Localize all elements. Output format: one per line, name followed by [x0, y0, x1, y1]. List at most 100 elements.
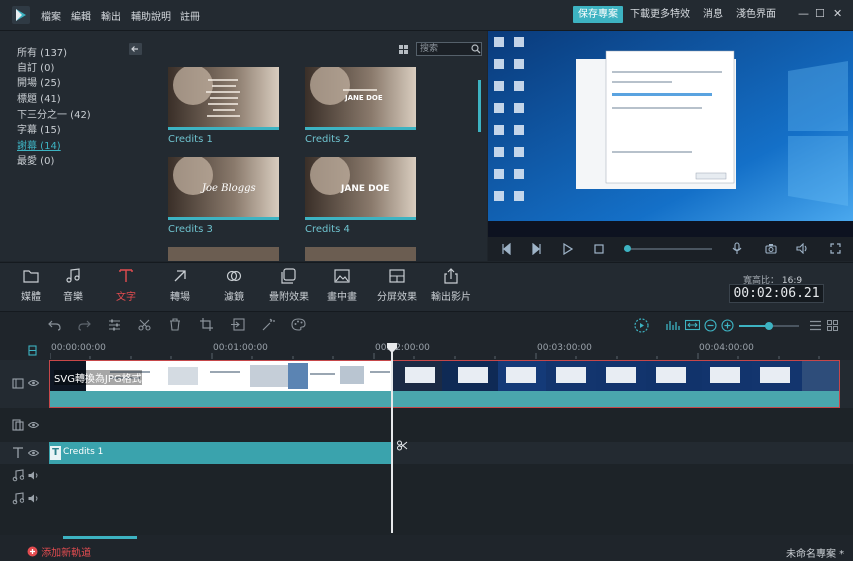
- overlay-icon: [281, 268, 296, 284]
- credits-thumbnail-5[interactable]: [168, 247, 279, 261]
- menu-file[interactable]: 檔案: [41, 8, 61, 23]
- audio-mixer-icon[interactable]: [665, 319, 680, 331]
- image-icon: [334, 269, 350, 283]
- tool-music[interactable]: 音樂: [43, 268, 103, 303]
- grid-view-icon[interactable]: [399, 45, 408, 54]
- grid-layout-icon[interactable]: [827, 320, 838, 331]
- thumbnail-overlay-text: JANE DOE: [345, 94, 383, 102]
- trash-icon[interactable]: [169, 318, 181, 331]
- preview-progress-handle[interactable]: [624, 245, 631, 252]
- thumbnail-overlay-text: Joe Bloggs: [202, 183, 256, 194]
- ruler-tick-label: 00:00:00:00: [51, 343, 106, 353]
- text-t-icon: [119, 269, 133, 282]
- list-view-icon[interactable]: [810, 320, 821, 331]
- menu-help[interactable]: 輔助說明: [131, 8, 171, 23]
- camera-icon[interactable]: [765, 243, 777, 254]
- category-favorites[interactable]: 最愛 (0): [17, 152, 54, 167]
- tool-text-label: 文字: [116, 292, 136, 303]
- credits-thumbnail-2[interactable]: JANE DOE: [305, 67, 416, 130]
- tool-transition[interactable]: 轉場: [150, 268, 210, 303]
- zoom-in-icon[interactable]: [721, 319, 734, 332]
- plus-circle-icon: [27, 546, 38, 557]
- download-effects-button[interactable]: 下載更多特效: [630, 7, 690, 23]
- thumbnail-accent-bar: [305, 127, 416, 130]
- skip-back-icon[interactable]: [501, 243, 511, 255]
- stop-icon[interactable]: [594, 244, 604, 254]
- thumbnail-label: Credits 2: [305, 134, 350, 145]
- adjust-icon[interactable]: [108, 319, 121, 331]
- preview-frame: [488, 31, 853, 237]
- thumbnail-label: Credits 3: [168, 224, 213, 235]
- credits-thumbnail-1[interactable]: [168, 67, 279, 130]
- tool-pip[interactable]: 畫中畫: [312, 268, 372, 303]
- tool-filter[interactable]: 濾鏡: [204, 268, 264, 303]
- play-icon[interactable]: [563, 243, 573, 255]
- color-palette-icon[interactable]: [291, 318, 306, 331]
- redo-icon[interactable]: [78, 319, 91, 331]
- ruler-tick-label: 00:03:00:00: [537, 343, 592, 353]
- category-titles[interactable]: 標題 (41): [17, 90, 61, 105]
- fit-timeline-icon[interactable]: [685, 319, 700, 331]
- collapse-panel-button[interactable]: [129, 43, 142, 55]
- tool-transition-label: 轉場: [170, 292, 190, 303]
- add-track-button[interactable]: 添加新軌道: [27, 544, 91, 559]
- ruler-tick-label: 00:04:00:00: [699, 343, 754, 353]
- menu-edit[interactable]: 編輯: [71, 8, 91, 23]
- tool-export-video[interactable]: 輸出影片: [421, 268, 481, 303]
- speaker-icon[interactable]: [28, 471, 39, 480]
- credits-thumbnail-3[interactable]: Joe Bloggs: [168, 157, 279, 220]
- eye-icon[interactable]: [28, 379, 39, 387]
- light-theme-button[interactable]: 淺色界面: [736, 7, 776, 23]
- pip-track-icon: [12, 419, 24, 431]
- tool-split-screen[interactable]: 分屏效果: [367, 268, 427, 303]
- library-scrollbar[interactable]: [478, 80, 481, 132]
- scissors-icon[interactable]: [138, 319, 151, 331]
- menu-export[interactable]: 輸出: [101, 8, 121, 23]
- export-frame-icon[interactable]: [231, 318, 245, 331]
- category-lower-thirds[interactable]: 下三分之一 (42): [17, 106, 91, 121]
- audio-track-icon: [12, 469, 24, 482]
- close-icon[interactable]: ✕: [833, 7, 842, 20]
- speaker-icon[interactable]: [28, 494, 39, 503]
- minimize-icon[interactable]: —: [798, 7, 809, 20]
- snap-icon[interactable]: [28, 345, 37, 356]
- volume-icon[interactable]: [796, 243, 809, 254]
- eye-icon[interactable]: [28, 449, 39, 457]
- split-scissors-icon[interactable]: [397, 440, 408, 451]
- video-clip-title: SVG轉換為JPG格式: [54, 370, 142, 385]
- category-all[interactable]: 所有 (137): [17, 44, 67, 59]
- messages-button[interactable]: 消息: [703, 7, 723, 23]
- tool-overlay[interactable]: 疊附效果: [259, 268, 319, 303]
- save-project-button[interactable]: 保存專案: [573, 6, 623, 23]
- split-screen-icon: [389, 269, 405, 283]
- credits-clip[interactable]: T Credits 1: [49, 442, 392, 464]
- undo-icon[interactable]: [48, 319, 61, 331]
- category-opening[interactable]: 開場 (25): [17, 74, 61, 89]
- tool-text[interactable]: 文字: [96, 268, 156, 303]
- microphone-icon[interactable]: [732, 242, 742, 255]
- magic-wand-icon[interactable]: [262, 318, 275, 331]
- eye-icon[interactable]: [28, 421, 39, 429]
- category-credits[interactable]: 謝幕 (14): [17, 137, 61, 152]
- thumbnail-accent-bar: [168, 127, 279, 130]
- tool-filter-label: 濾鏡: [224, 292, 244, 303]
- thumbnail-label: Credits 1: [168, 134, 213, 145]
- category-custom[interactable]: 自訂 (0): [17, 59, 54, 74]
- playhead-handle-icon[interactable]: [386, 342, 398, 354]
- zoom-out-icon[interactable]: [704, 319, 717, 332]
- tool-export-video-label: 輸出影片: [431, 292, 471, 303]
- crop-icon[interactable]: [200, 318, 213, 331]
- menu-register[interactable]: 註冊: [180, 8, 200, 23]
- video-clip[interactable]: SVG轉換為JPG格式: [49, 360, 840, 408]
- timeline-horizontal-scrollbar[interactable]: [63, 536, 137, 539]
- step-forward-icon[interactable]: [532, 243, 542, 255]
- category-subtitles[interactable]: 字幕 (15): [17, 121, 61, 136]
- playhead[interactable]: [391, 343, 393, 533]
- zoom-slider-handle[interactable]: [765, 322, 773, 330]
- preview-progress-track[interactable]: [624, 248, 712, 250]
- render-preview-icon[interactable]: [634, 318, 649, 333]
- maximize-icon[interactable]: ☐: [815, 7, 825, 20]
- fullscreen-icon[interactable]: [830, 243, 841, 254]
- credits-thumbnail-6[interactable]: [305, 247, 416, 261]
- credits-thumbnail-4[interactable]: JANE DOE: [305, 157, 416, 220]
